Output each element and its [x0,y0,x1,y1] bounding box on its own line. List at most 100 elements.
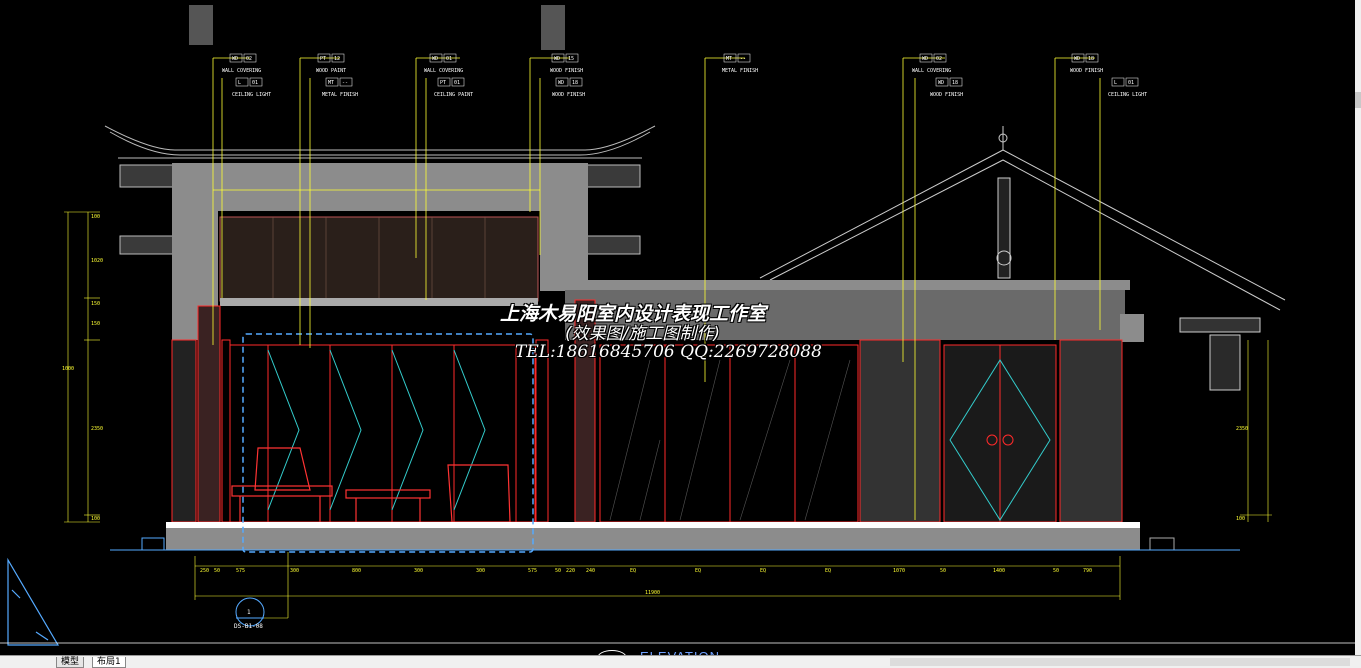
ucs-icon [7,557,60,646]
tag-code: PT [320,56,326,62]
dim-label: 2350 [1236,426,1248,432]
tag-num: -- [342,80,348,86]
tag-num: 02 [246,56,252,62]
tag-code: WD [938,80,944,86]
dim-label: 220 [566,568,575,574]
dim-label: EQ [760,568,766,574]
tag-label: WOOD FINISH [930,92,963,98]
tag-num: 01 [1128,80,1134,86]
material-tag: WD 02 WALL COVERING [222,53,261,74]
material-tag: WD 02 WALL COVERING [912,53,951,74]
dim-label: 1070 [893,568,905,574]
tag-label: METAL FINISH [722,68,758,74]
watermark-service: (效果图/施工图制作) [565,324,720,344]
dim-label: 100 [91,214,100,220]
tag-code: MT [328,80,334,86]
dim-label: 790 [1083,568,1092,574]
overall-dimension: 11900 [645,590,660,596]
tag-code: WD [1074,56,1080,62]
scroll-thumb[interactable] [1355,92,1361,108]
dim-label: 800 [352,568,361,574]
tag-label: WOOD FINISH [550,68,583,74]
tag-code: WD [922,56,928,62]
dim-label: 50 [1053,568,1059,574]
material-tag: WD 18 WOOD FINISH [1070,53,1103,74]
center-glass-doors [599,344,859,523]
dim-label: 150 [91,301,100,307]
cad-drawing-canvas[interactable]: WD 02 WALL COVERING L 01 CEILING LIGHT P… [0,0,1355,666]
lattice-panel [219,216,539,306]
dim-label: 300 [476,568,485,574]
dim-label: 1000 [62,366,74,372]
material-tag: L 01 CEILING LIGHT [232,77,271,98]
material-tag: WD 18 WOOD FINISH [930,77,963,98]
watermark-contact: TEL:18616845706 QQ:2269728088 [515,342,822,362]
tag-code: WD [554,56,560,62]
tag-code: L [1114,80,1117,86]
tag-num: 01 [454,80,460,86]
tag-num: 02 [936,56,942,62]
main-entry-door [943,344,1057,523]
tag-num: 01 [252,80,258,86]
dim-label: 240 [586,568,595,574]
material-tag: PT 12 WOOD PAINT [316,53,346,74]
dim-label: 575 [236,568,245,574]
tag-label: WALL COVERING [424,68,463,74]
dim-label: 50 [940,568,946,574]
tag-code: MT [726,56,732,62]
dim-label: 100 [91,516,100,522]
dim-label: EQ [630,568,636,574]
tag-code: WD [232,56,238,62]
tag-label: CEILING PAINT [434,92,473,98]
material-tag: MT -- METAL FINISH [722,53,758,74]
furniture-chairs [231,447,511,523]
tag-num: 01 [446,56,452,62]
tag-num: 18 [572,80,578,86]
horizontal-scrollbar[interactable] [890,658,1350,666]
tag-label: WOOD FINISH [1070,68,1103,74]
dim-label: 1020 [91,258,103,264]
tag-label: WALL COVERING [912,68,951,74]
left-dimensions: 100 1020 150 150 1000 2350 100 [62,211,103,523]
dim-label: 50 [555,568,561,574]
dim-label: 2350 [91,426,103,432]
layout-tab-bar: 模型 布局1 [0,655,1361,668]
material-tag: WD 18 WOOD FINISH [552,77,585,98]
dim-label: 150 [91,321,100,327]
dim-label: 100 [1236,516,1245,522]
detail-callout: 1 DS-B1-08 [234,552,289,630]
top-hatch [189,5,565,50]
dim-label: 50 [214,568,220,574]
tab-model[interactable]: 模型 [56,657,85,668]
material-tag: WD 01 WALL COVERING [424,53,463,74]
tag-num: 18 [1088,56,1094,62]
callout-ref: DS-B1-08 [234,623,263,630]
material-tag: MT -- METAL FINISH [322,77,358,98]
tag-label: WOOD FINISH [552,92,585,98]
tag-num: 12 [334,56,340,62]
dim-label: 1400 [993,568,1005,574]
dim-label: EQ [695,568,701,574]
bottom-dimensions: 250 50 575 300 800 300 300 575 50 220 24… [194,556,1121,600]
right-dimensions: 2350 100 [1236,340,1272,522]
tag-code: WD [432,56,438,62]
tag-label: WOOD PAINT [316,68,346,74]
callout-number: 1 [247,609,251,616]
tag-label: CEILING LIGHT [1108,92,1147,98]
floor-slab [110,522,1240,551]
tag-label: WALL COVERING [222,68,261,74]
dim-label: 250 [200,568,209,574]
tag-num: -- [740,56,746,62]
tag-num: 18 [952,80,958,86]
material-tags: WD 02 WALL COVERING L 01 CEILING LIGHT P… [222,53,1147,98]
dim-label: 300 [414,568,423,574]
dim-label: 300 [290,568,299,574]
tab-layout[interactable]: 布局1 [92,657,126,668]
tag-label: METAL FINISH [322,92,358,98]
vertical-scrollbar[interactable] [1355,0,1361,655]
tag-num: 15 [568,56,574,62]
dim-label: EQ [825,568,831,574]
dim-label: 575 [528,568,537,574]
tag-label: CEILING LIGHT [232,92,271,98]
tag-code: PT [440,80,446,86]
